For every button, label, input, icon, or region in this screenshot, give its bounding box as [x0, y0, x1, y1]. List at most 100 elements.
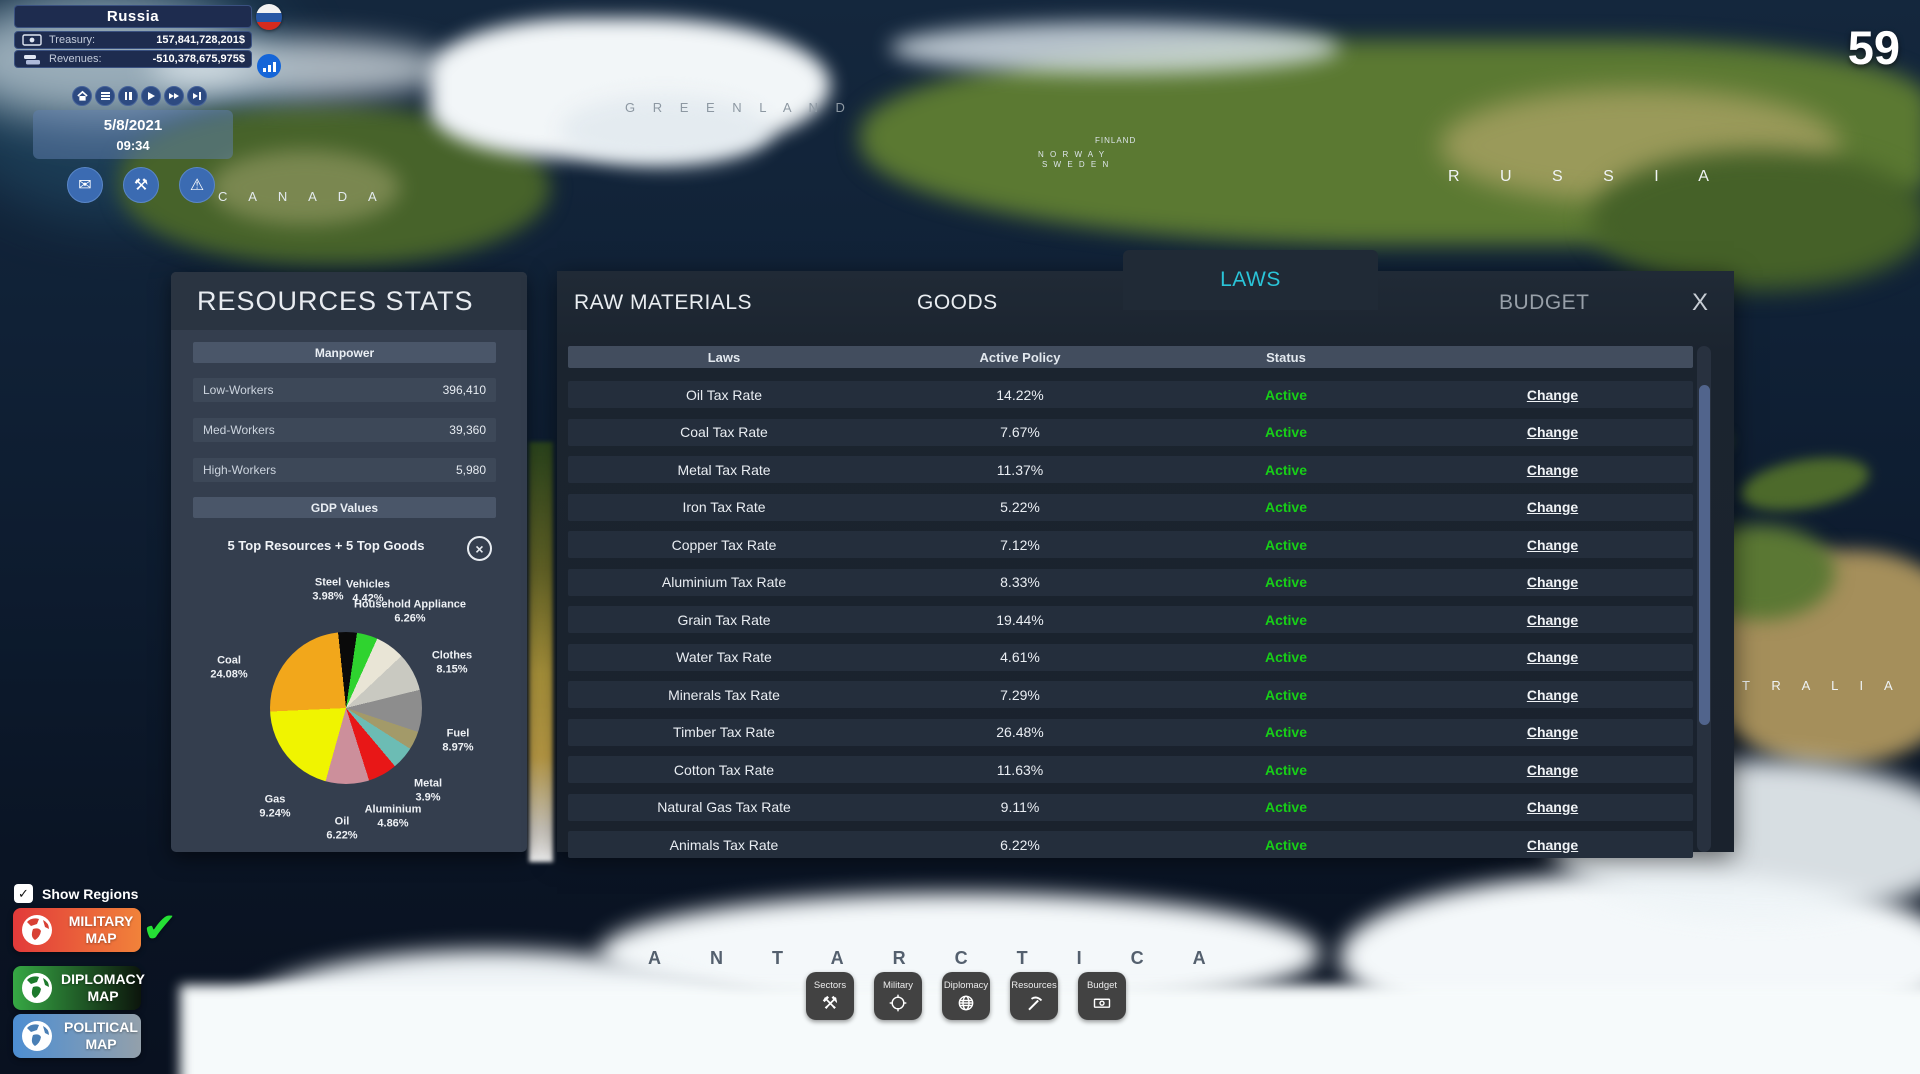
laws-table-header: Laws Active Policy Status [568, 346, 1693, 368]
scrollbar-thumb[interactable] [1699, 385, 1710, 725]
manpower-header: Manpower [193, 342, 496, 363]
stats-icon[interactable] [257, 54, 281, 78]
game-screen: G R E E N L A N D C A N A D A R U S S I … [0, 0, 1920, 1074]
manpower-row: Med-Workers 39,360 [193, 418, 496, 442]
diplomacy-button[interactable]: Diplomacy [942, 972, 990, 1020]
status-badge: Active [1160, 387, 1412, 403]
column-active-policy: Active Policy [880, 350, 1160, 365]
pie-label: Oil6.22% [326, 815, 357, 844]
skip-button[interactable] [187, 86, 207, 106]
globe-icon [19, 1018, 55, 1054]
home-icon [76, 90, 89, 102]
pie-label: Gas9.24% [259, 793, 290, 822]
change-link[interactable]: Change [1412, 837, 1693, 853]
resources-button[interactable]: Resources [1010, 972, 1058, 1020]
table-row: Copper Tax Rate7.12%ActiveChange [568, 531, 1693, 558]
table-row: Metal Tax Rate11.37%ActiveChange [568, 456, 1693, 483]
pie-chart-title: 5 Top Resources + 5 Top Goods [201, 538, 451, 553]
change-link[interactable]: Change [1412, 687, 1693, 703]
table-row: Natural Gas Tax Rate9.11%ActiveChange [568, 794, 1693, 821]
change-link[interactable]: Change [1412, 499, 1693, 515]
new-guinea-landmass [1737, 449, 1873, 519]
status-badge: Active [1160, 724, 1412, 740]
table-row: Timber Tax Rate26.48%ActiveChange [568, 719, 1693, 746]
change-link[interactable]: Change [1412, 574, 1693, 590]
gdp-pie-chart [270, 632, 422, 784]
playback-controls [72, 86, 207, 106]
table-row: Oil Tax Rate14.22%ActiveChange [568, 381, 1693, 408]
banknote-icon [21, 34, 43, 46]
russia-flag-icon[interactable] [256, 4, 282, 30]
pie-label: Fuel8.97% [442, 727, 473, 756]
sectors-button[interactable]: Sectors ⚒ [806, 972, 854, 1020]
hammer-wrench-icon: ⚒ [822, 993, 838, 1013]
menu-icon [101, 92, 110, 100]
pie-label: Metal3.9% [414, 777, 442, 806]
country-name-bar: Russia [14, 5, 252, 28]
tab-laws[interactable]: LAWS [1123, 250, 1378, 310]
change-link[interactable]: Change [1412, 537, 1693, 553]
military-map-button[interactable]: MILITARY MAP [13, 908, 141, 952]
pickaxe-icon [1024, 993, 1044, 1013]
map-label-russia: R U S S I A [1448, 168, 1727, 186]
change-link[interactable]: Change [1412, 612, 1693, 628]
manpower-row: Low-Workers 396,410 [193, 378, 496, 402]
change-link[interactable]: Change [1412, 649, 1693, 665]
messages-button[interactable]: ✉ [67, 167, 103, 203]
construction-button[interactable]: ⚒ [123, 167, 159, 203]
map-label-antarctica: ANTARCTICA [648, 948, 1255, 969]
resources-stats-panel: RESOURCES STATS Manpower Low-Workers 396… [171, 272, 527, 852]
revenues-label: Revenues: [49, 53, 147, 65]
table-scrollbar[interactable] [1697, 346, 1711, 852]
pie-label: Clothes8.15% [432, 649, 472, 678]
status-badge: Active [1160, 687, 1412, 703]
country-name: Russia [107, 8, 159, 25]
map-label-sweden: S W E D E N [1042, 160, 1110, 169]
banknote-icon [1092, 993, 1112, 1013]
bottom-dock: Sectors ⚒ Military Diplomacy Resources B… [806, 972, 1126, 1020]
diplomacy-map-button[interactable]: DIPLOMACY MAP [13, 966, 141, 1010]
show-regions-control: ✓ Show Regions [14, 884, 138, 903]
fast-forward-button[interactable] [164, 86, 184, 106]
military-button[interactable]: Military [874, 972, 922, 1020]
change-link[interactable]: Change [1412, 799, 1693, 815]
pause-icon [125, 92, 132, 100]
money-stack-icon [21, 53, 43, 66]
close-panel-button[interactable]: X [1692, 289, 1708, 317]
table-row: Cotton Tax Rate11.63%ActiveChange [568, 756, 1693, 783]
tab-budget[interactable]: BUDGET [1499, 271, 1590, 335]
change-link[interactable]: Change [1412, 762, 1693, 778]
check-icon: ✓ [18, 886, 29, 902]
change-link[interactable]: Change [1412, 462, 1693, 478]
status-badge: Active [1160, 537, 1412, 553]
menu-button[interactable] [95, 86, 115, 106]
map-label-finland: FINLAND [1095, 136, 1136, 145]
chart-close-button[interactable]: × [467, 536, 492, 561]
play-button[interactable] [141, 86, 161, 106]
resources-panel-title: RESOURCES STATS [171, 272, 527, 330]
change-link[interactable]: Change [1412, 724, 1693, 740]
treasury-value: 157,841,728,201$ [156, 34, 245, 46]
status-badge: Active [1160, 649, 1412, 665]
map-label-norway: N O R W A Y [1038, 150, 1106, 159]
status-badge: Active [1160, 424, 1412, 440]
change-link[interactable]: Change [1412, 424, 1693, 440]
game-time: 09:34 [116, 138, 149, 153]
treasury-label: Treasury: [49, 34, 150, 46]
pause-button[interactable] [118, 86, 138, 106]
status-badge: Active [1160, 499, 1412, 515]
alerts-button[interactable]: ⚠ [179, 167, 215, 203]
revenues-row: Revenues: -510,378,675,975$ [14, 50, 252, 68]
show-regions-checkbox[interactable]: ✓ [14, 884, 33, 903]
home-button[interactable] [72, 86, 92, 106]
budget-button[interactable]: Budget [1078, 972, 1126, 1020]
column-laws: Laws [568, 350, 880, 365]
tab-goods[interactable]: GOODS [917, 271, 998, 335]
tab-raw-materials[interactable]: RAW MATERIALS [574, 271, 752, 335]
change-link[interactable]: Change [1412, 387, 1693, 403]
manpower-row: High-Workers 5,980 [193, 458, 496, 482]
globe-grid-icon [956, 993, 976, 1013]
close-icon: X [1692, 289, 1708, 316]
envelope-icon: ✉ [78, 175, 91, 195]
political-map-button[interactable]: POLITICAL MAP [13, 1014, 141, 1058]
